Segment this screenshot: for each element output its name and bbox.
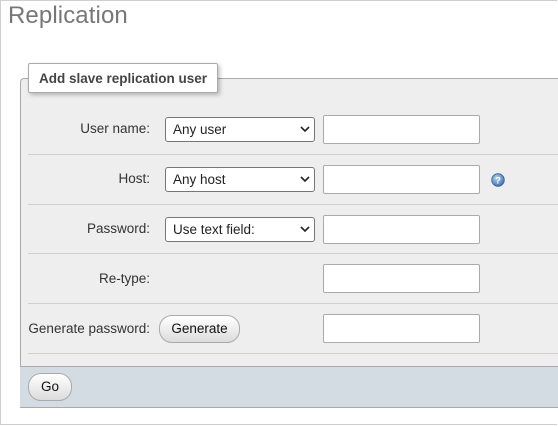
generate-button[interactable]: Generate — [159, 315, 240, 343]
retype-label: Re-type: — [98, 271, 150, 286]
host-input[interactable] — [323, 165, 480, 194]
replication-page: Replication Add slave replication user U… — [0, 0, 558, 425]
password-select[interactable]: Use text field: — [165, 217, 315, 242]
chevron-down-icon — [300, 226, 310, 233]
row-divider — [28, 353, 558, 354]
page-title: Replication — [8, 2, 128, 29]
host-label: Host: — [118, 171, 150, 186]
chevron-down-icon — [300, 126, 310, 133]
generate-password-label: Generate password: — [28, 321, 150, 336]
host-select[interactable]: Any host — [165, 167, 315, 192]
row-divider — [28, 154, 558, 155]
password-input[interactable] — [323, 215, 480, 244]
help-icon[interactable]: ? — [491, 173, 505, 187]
generated-password-input[interactable] — [323, 314, 480, 343]
password-select-value: Use text field: — [173, 222, 255, 237]
chevron-down-icon — [300, 176, 310, 183]
form-footer — [20, 366, 558, 408]
row-divider — [28, 253, 558, 254]
row-divider — [28, 303, 558, 304]
user-name-select[interactable]: Any user — [165, 117, 315, 142]
password-label: Password: — [86, 221, 150, 236]
svg-text:?: ? — [495, 176, 501, 187]
user-name-label: User name: — [80, 121, 150, 136]
user-name-input[interactable] — [323, 115, 480, 144]
user-name-select-value: Any user — [173, 122, 227, 137]
retype-input[interactable] — [323, 264, 480, 293]
fieldset-legend: Add slave replication user — [28, 63, 219, 93]
row-divider — [28, 204, 558, 205]
go-button[interactable]: Go — [28, 373, 72, 401]
host-select-value: Any host — [173, 172, 226, 187]
